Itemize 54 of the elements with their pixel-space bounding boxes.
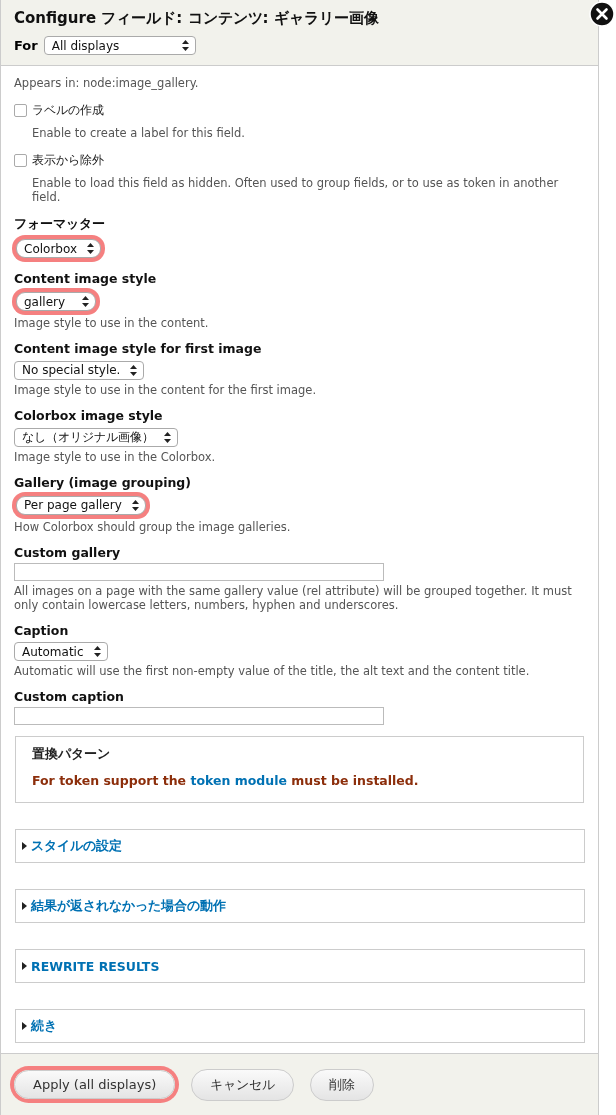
section-title: 続き — [31, 1017, 57, 1035]
expand-triangle-icon — [22, 1022, 27, 1030]
field-description: Image style to use in the content for the first image. — [14, 382, 318, 397]
collapsible-section[interactable]: スタイルの設定 — [15, 829, 585, 863]
collapsible-section[interactable]: 続き — [15, 1009, 585, 1043]
select-field[interactable]: No special style. — [14, 360, 145, 380]
collapsible-section[interactable]: 結果が返されなかった場合の動作 — [15, 889, 585, 923]
checkbox[interactable] — [14, 104, 27, 117]
token-module-link[interactable]: token module — [190, 773, 287, 788]
checkbox-label: ラベルの作成 — [32, 102, 104, 119]
action-button[interactable]: キャンセル — [191, 1068, 295, 1101]
field-description: All images on a page with the same gallery value (rel attribute) will be grouped together. It must only contain lowercase letters, numbers, hyphen and underscores. — [14, 583, 573, 612]
field-description: Enable to create a label for this field. — [31, 126, 246, 140]
dropdown-arrows-icon — [131, 499, 139, 511]
field-description: How Colorbox should group the image galleries. — [14, 519, 292, 534]
text-input-field[interactable] — [14, 562, 384, 581]
expand-triangle-icon — [22, 842, 27, 850]
collapsible-section[interactable]: REWRITE RESULTS — [15, 949, 585, 983]
dropdown-arrows-icon — [181, 40, 189, 51]
field-description: Automatic will use the first non-empty value of the title, the alt text and the content title. — [14, 664, 531, 678]
close-button[interactable] — [589, 1, 615, 27]
field-label: Content image style for first image — [14, 341, 263, 356]
text-input-field[interactable] — [14, 707, 384, 725]
dropdown-arrows-icon — [130, 364, 138, 376]
section-title: 結果が返されなかった場合の動作 — [31, 897, 226, 915]
section-title: スタイルの設定 — [31, 837, 122, 855]
action-button[interactable]: 削除 — [310, 1068, 375, 1101]
section-title: REWRITE RESULTS — [31, 958, 160, 974]
dropdown-arrows-icon — [164, 431, 171, 443]
field-label: Caption — [14, 622, 70, 638]
checkbox-label: 表示から除外 — [32, 152, 104, 169]
field-label: Gallery (image grouping) — [14, 474, 193, 490]
dropdown-arrows-icon — [87, 243, 95, 254]
dialog-title: Configure フィールド: コンテンツ: ギャラリー画像 — [14, 9, 380, 28]
select-field[interactable]: All displays — [43, 36, 196, 55]
expand-triangle-icon — [22, 902, 27, 910]
field-label: Custom caption — [14, 689, 125, 704]
expand-triangle-icon — [22, 962, 27, 970]
appears-in-text: Appears in: node:image_gallery. — [14, 76, 200, 90]
select-field[interactable]: Automatic — [14, 642, 108, 661]
select-field[interactable]: なし（オリジナル画像） — [14, 427, 178, 447]
checkbox[interactable] — [14, 154, 27, 167]
for-label: For — [14, 38, 38, 53]
field-label: Colorbox image style — [14, 407, 164, 423]
field-label: Content image style — [14, 271, 158, 286]
dropdown-arrows-icon — [82, 296, 89, 307]
field-label: Custom gallery — [14, 544, 122, 560]
field-description: Image style to use in the Colorbox. — [14, 449, 217, 464]
field-description: Enable to load this field as hidden. Often used to group fields, or to use as token in another field. — [31, 176, 560, 204]
field-description: Image style to use in the content. — [14, 316, 210, 330]
field-label: フォーマッター — [14, 216, 106, 233]
panel-title: 置換パターン — [32, 746, 111, 763]
token-message: For token support the token module must be installed. — [32, 773, 420, 788]
dropdown-arrows-icon — [93, 646, 101, 657]
